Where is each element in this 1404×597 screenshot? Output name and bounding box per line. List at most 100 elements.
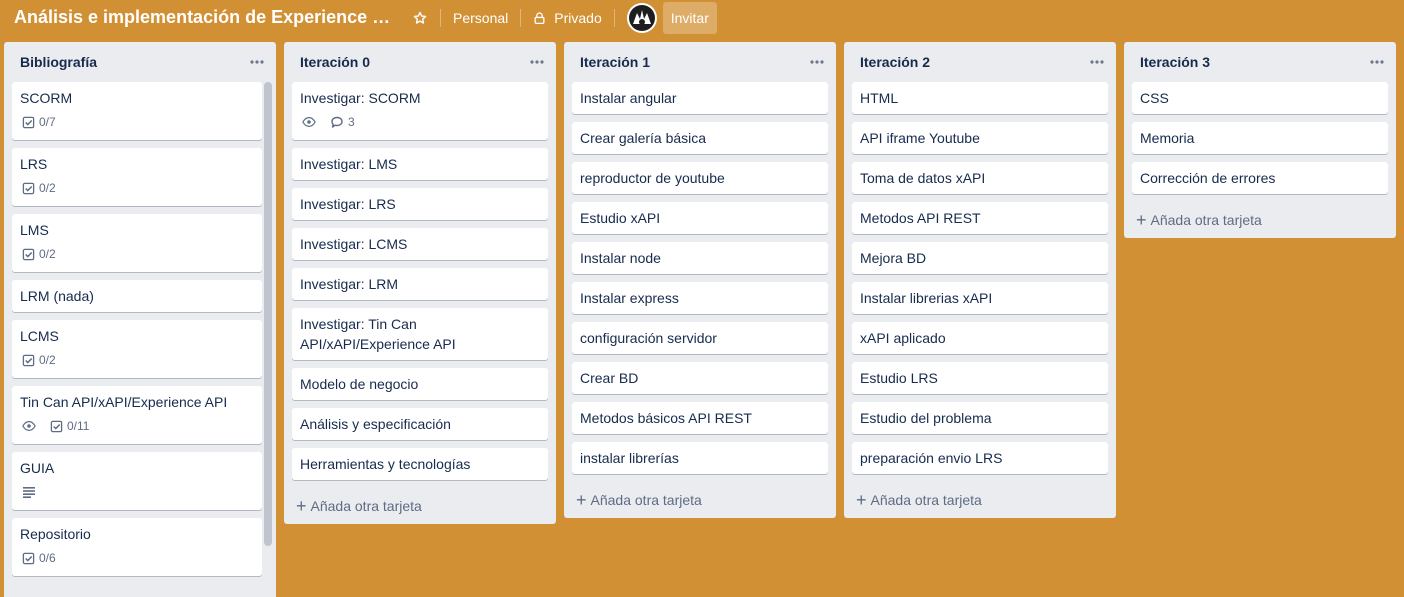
list-title[interactable]: Iteración 3 xyxy=(1140,54,1210,70)
watch-icon xyxy=(302,116,316,128)
card[interactable]: Repositorio 0/6 xyxy=(12,518,262,576)
card-title: Tin Can API/xAPI/Experience API xyxy=(20,394,228,410)
card[interactable]: instalar librerías xyxy=(572,442,828,474)
card-title: Metodos API REST xyxy=(860,210,981,226)
card-title: Estudio xAPI xyxy=(580,210,661,226)
card[interactable]: Crear galería básica xyxy=(572,122,828,154)
card[interactable]: LMS 0/2 xyxy=(12,214,262,272)
checklist-badge: 0/2 xyxy=(22,247,56,261)
card-title: Investigar: LRS xyxy=(300,196,396,212)
add-card-button[interactable]: + Añada otra tarjeta xyxy=(844,482,1116,518)
more-icon[interactable] xyxy=(248,55,266,69)
card[interactable]: Estudio xAPI xyxy=(572,202,828,234)
card[interactable]: reproductor de youtube xyxy=(572,162,828,194)
board-header: Análisis e implementación de Experience … xyxy=(0,0,1404,36)
card[interactable]: Modelo de negocio xyxy=(292,368,548,400)
team-button[interactable]: Personal xyxy=(453,10,508,26)
list-title[interactable]: Iteración 0 xyxy=(300,54,370,70)
card[interactable]: xAPI aplicado xyxy=(852,322,1108,354)
card[interactable]: Investigar: SCORM 3 xyxy=(292,82,548,140)
card[interactable]: Metodos básicos API REST xyxy=(572,402,828,434)
list-iteracion-2: Iteración 2 HTML API iframe Youtube Toma… xyxy=(844,42,1116,518)
card[interactable]: GUIA xyxy=(12,452,262,510)
card[interactable]: Investigar: LRM xyxy=(292,268,548,300)
plus-icon: + xyxy=(856,490,867,510)
card[interactable]: Metodos API REST xyxy=(852,202,1108,234)
card-title: Instalar express xyxy=(580,290,679,306)
card[interactable]: Crear BD xyxy=(572,362,828,394)
card-title: API iframe Youtube xyxy=(860,130,980,146)
card[interactable]: Estudio del problema xyxy=(852,402,1108,434)
card[interactable]: Herramientas y tecnologías xyxy=(292,448,548,480)
card-title: LCMS xyxy=(20,328,59,344)
add-card-button[interactable]: + Añada otra tarjeta xyxy=(1124,202,1396,238)
more-icon[interactable] xyxy=(808,55,826,69)
add-card-label: Añada otra tarjeta xyxy=(870,492,982,508)
card[interactable]: SCORM 0/7 xyxy=(12,82,262,140)
scrollbar-thumb[interactable] xyxy=(264,82,272,546)
card[interactable]: Investigar: LCMS xyxy=(292,228,548,260)
card[interactable]: Estudio LRS xyxy=(852,362,1108,394)
card-title: Instalar librerias xAPI xyxy=(860,290,993,306)
checklist-count: 0/2 xyxy=(39,181,56,195)
card[interactable]: Instalar librerias xAPI xyxy=(852,282,1108,314)
checklist-count: 0/2 xyxy=(39,353,56,367)
description-icon xyxy=(22,486,36,498)
list-title[interactable]: Bibliografía xyxy=(20,54,97,70)
add-card-button[interactable]: + Añada otra tarjeta xyxy=(284,488,556,524)
card-title: Corrección de errores xyxy=(1140,170,1276,186)
list-header: Iteración 1 xyxy=(564,42,836,82)
card[interactable]: CSS xyxy=(1132,82,1388,114)
visibility-button[interactable]: Privado xyxy=(533,10,602,26)
card[interactable]: configuración servidor xyxy=(572,322,828,354)
list-title[interactable]: Iteración 2 xyxy=(860,54,930,70)
card-title: LRS xyxy=(20,156,48,172)
more-icon[interactable] xyxy=(1368,55,1386,69)
card-title: Análisis y especificación xyxy=(300,416,451,432)
checklist-icon xyxy=(22,552,35,565)
card[interactable]: Investigar: LRS xyxy=(292,188,548,220)
comment-count: 3 xyxy=(348,115,355,129)
card[interactable]: Memoria xyxy=(1132,122,1388,154)
card[interactable]: Corrección de errores xyxy=(1132,162,1388,194)
card-title: Instalar angular xyxy=(580,90,677,106)
card-title: Crear galería básica xyxy=(580,130,707,146)
list-iteracion-1: Iteración 1 Instalar angular Crear galer… xyxy=(564,42,836,518)
card-title: Toma de datos xAPI xyxy=(860,170,986,186)
card-title: configuración servidor xyxy=(580,330,717,346)
card[interactable]: Instalar angular xyxy=(572,82,828,114)
card[interactable]: Instalar express xyxy=(572,282,828,314)
card[interactable]: HTML xyxy=(852,82,1108,114)
card[interactable]: LCMS 0/2 xyxy=(12,320,262,378)
star-icon[interactable] xyxy=(412,10,428,26)
add-card-button[interactable]: + Añada otra tarjeta xyxy=(564,482,836,518)
card[interactable]: LRM (nada) xyxy=(12,280,262,312)
invite-button[interactable]: Invitar xyxy=(662,2,717,34)
header-divider xyxy=(613,9,615,27)
card-list: Instalar angular Crear galería básica re… xyxy=(564,82,836,474)
list-header: Iteración 2 xyxy=(844,42,1116,82)
card[interactable]: Mejora BD xyxy=(852,242,1108,274)
avatar[interactable] xyxy=(626,3,657,33)
card[interactable]: Toma de datos xAPI xyxy=(852,162,1108,194)
card[interactable]: preparación envio LRS xyxy=(852,442,1108,474)
card-title: HTML xyxy=(860,90,899,106)
card-title: SCORM xyxy=(20,90,73,106)
card[interactable]: LRS 0/2 xyxy=(12,148,262,206)
checklist-icon xyxy=(22,354,35,367)
card[interactable]: Instalar node xyxy=(572,242,828,274)
more-icon[interactable] xyxy=(1088,55,1106,69)
card-title: Instalar node xyxy=(580,250,661,266)
more-icon[interactable] xyxy=(528,55,546,69)
card[interactable]: Investigar: LMS xyxy=(292,148,548,180)
list-scrollbar[interactable] xyxy=(264,82,272,597)
card[interactable]: Análisis y especificación xyxy=(292,408,548,440)
card[interactable]: Investigar: Tin Can API/xAPI/Experience … xyxy=(292,308,548,360)
card-title: Investigar: LRM xyxy=(300,276,399,292)
card[interactable]: API iframe Youtube xyxy=(852,122,1108,154)
checklist-count: 0/11 xyxy=(67,419,90,433)
list-title[interactable]: Iteración 1 xyxy=(580,54,650,70)
card[interactable]: Tin Can API/xAPI/Experience API 0/11 xyxy=(12,386,262,444)
board-title[interactable]: Análisis e implementación de Experience … xyxy=(14,7,398,28)
checklist-count: 0/7 xyxy=(39,115,56,129)
